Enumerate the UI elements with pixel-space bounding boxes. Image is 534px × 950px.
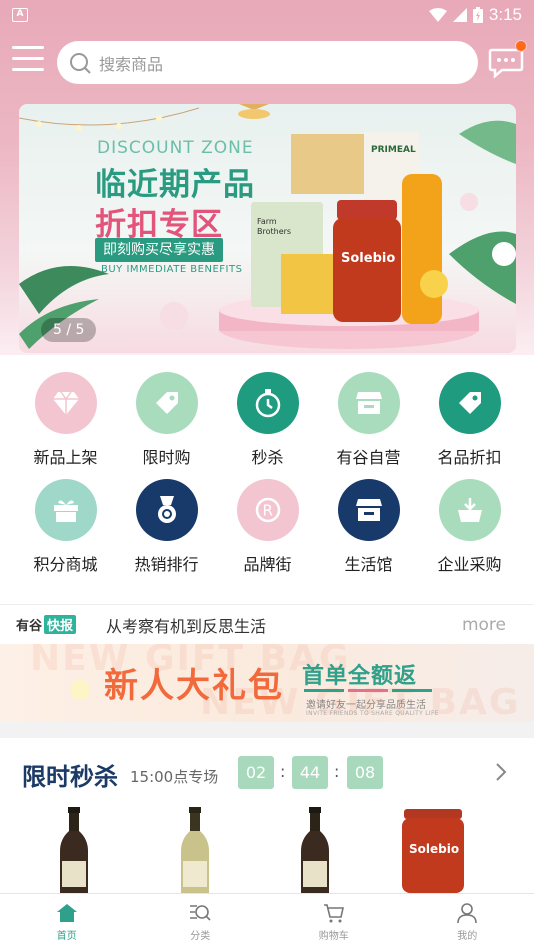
svg-text:R: R: [262, 502, 272, 520]
gift-caption-en: INVITE FRIENDS TO SHARE QUALITY LIFE: [306, 710, 439, 717]
category-hot-ranking[interactable]: 热销排行: [116, 479, 217, 575]
home-icon: [56, 904, 77, 922]
gift-title: 新人大礼包: [104, 666, 284, 706]
countdown-separator: :: [280, 762, 286, 781]
notification-badge: [515, 40, 527, 52]
banner-slogan: 即刻购买尽享实惠: [95, 238, 223, 262]
svg-text:PRIMEAL: PRIMEAL: [371, 145, 416, 155]
tag-icon: [135, 372, 198, 434]
search-input[interactable]: 搜索商品: [57, 41, 478, 84]
wifi-icon: [428, 8, 447, 22]
basket-icon: [438, 479, 501, 541]
svg-text:Brothers: Brothers: [257, 227, 291, 236]
banner-title-1: 临近期产品: [95, 167, 255, 203]
menu-icon[interactable]: [12, 46, 44, 76]
banner-en-title: DISCOUNT ZONE: [97, 138, 254, 158]
countdown-seconds: 08: [347, 756, 383, 789]
nav-home[interactable]: 首页: [0, 894, 134, 950]
gift-subtitle: 首单全额返: [302, 664, 418, 689]
news-more-link[interactable]: more: [462, 615, 506, 635]
banner-illustration: PRIMEAL Farm Brothers Solebio: [19, 104, 516, 349]
category-enterprise-purchase[interactable]: 企业采购: [419, 479, 520, 575]
sim-icon: A: [12, 8, 28, 22]
product-image[interactable]: [52, 805, 96, 893]
news-brand-badge: 快报: [44, 615, 77, 634]
search-icon: [70, 52, 91, 74]
battery-icon: [472, 7, 483, 23]
news-brand: 有谷: [16, 619, 43, 634]
category-flash-deal[interactable]: 秒杀: [217, 372, 318, 468]
product-image[interactable]: [293, 805, 337, 893]
diamond-icon: [34, 372, 97, 434]
category-brand-street[interactable]: R 品牌街: [217, 479, 318, 575]
store-icon: [337, 372, 400, 434]
stopwatch-icon: [236, 372, 299, 434]
registered-icon: R: [236, 479, 299, 541]
countdown-minutes: 44: [292, 756, 328, 789]
gift-decoration: [70, 680, 90, 700]
product-image[interactable]: Solebio: [400, 805, 466, 893]
tag-icon: [438, 372, 501, 434]
countdown-separator: :: [334, 762, 340, 781]
user-icon: [457, 903, 478, 923]
nav-cart[interactable]: 购物车: [267, 894, 401, 950]
product-image[interactable]: [173, 805, 217, 893]
category-life-hall[interactable]: 生活馆: [318, 479, 419, 575]
flash-sale-session: 15:00点专场: [130, 768, 219, 786]
news-ticker[interactable]: 有谷 快报 从考察有机到反思生活 more: [0, 604, 534, 644]
countdown-hours: 02: [238, 756, 274, 789]
search-placeholder: 搜索商品: [99, 54, 164, 74]
svg-text:Solebio: Solebio: [341, 251, 395, 266]
bottom-nav: 首页 分类 购物车 我的: [0, 893, 534, 950]
category-points-mall[interactable]: 积分商城: [15, 479, 116, 575]
news-headline[interactable]: 从考察有机到反思生活: [106, 613, 266, 637]
new-user-gift-banner[interactable]: NEW GIFT BAG NEW GIFT BAG 新人大礼包 首单全额返 邀请…: [0, 644, 534, 722]
banner-slogan-en: BUY IMMEDIATE BENEFITS: [101, 264, 243, 275]
gift-divider: [304, 689, 432, 692]
svg-text:Solebio: Solebio: [409, 842, 459, 856]
category-search-icon: [190, 905, 211, 921]
flash-sale-products: Solebio: [0, 805, 534, 893]
category-self-operated[interactable]: 有谷自营: [318, 372, 419, 468]
medal-icon: [135, 479, 198, 541]
store-icon: [337, 479, 400, 541]
flash-sale-title: 限时秒杀: [22, 763, 118, 791]
cart-icon: [323, 904, 344, 923]
section-divider: [0, 722, 534, 738]
category-limited-time[interactable]: 限时购: [116, 372, 217, 468]
clock: 3:15: [488, 5, 522, 24]
chevron-right-icon[interactable]: [494, 762, 508, 782]
svg-text:Farm: Farm: [257, 217, 277, 226]
nav-category[interactable]: 分类: [134, 894, 268, 950]
category-brand-discount[interactable]: 名品折扣: [419, 372, 520, 468]
gift-icon: [34, 479, 97, 541]
banner-pager: 5 / 5: [41, 318, 97, 342]
promo-banner[interactable]: PRIMEAL Farm Brothers Solebio DISCOUNT Z…: [19, 104, 516, 353]
gift-caption: 邀请好友一起分享品质生活: [306, 700, 426, 711]
status-bar: A 3:15: [0, 0, 534, 30]
signal-icon: [452, 8, 467, 22]
category-new-arrivals[interactable]: 新品上架: [15, 372, 116, 468]
nav-profile[interactable]: 我的: [401, 894, 534, 950]
